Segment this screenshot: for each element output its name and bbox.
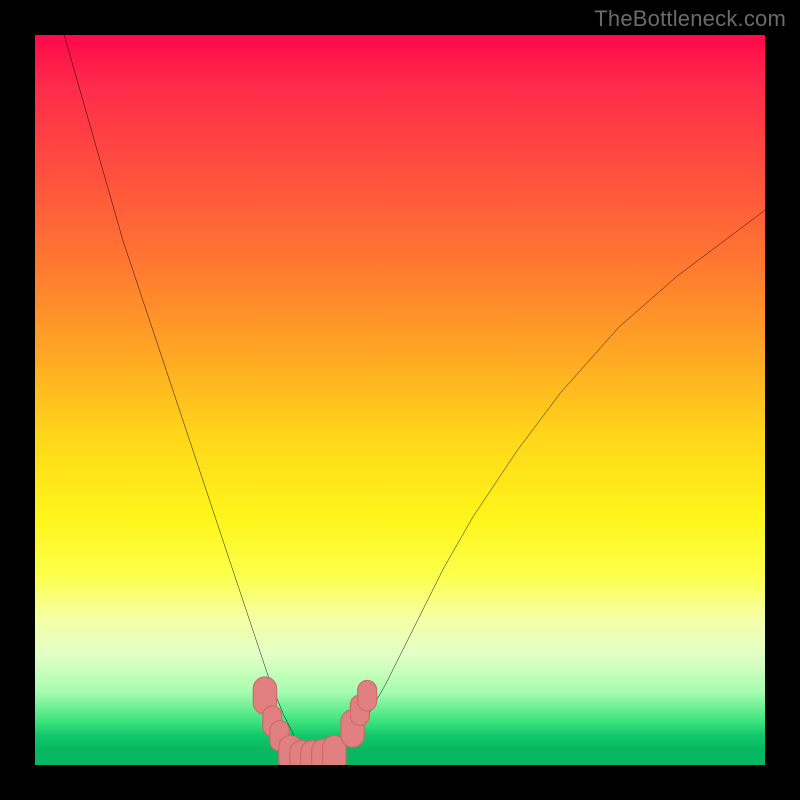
chart-frame: TheBottleneck.com bbox=[0, 0, 800, 800]
curve-marker bbox=[358, 680, 377, 710]
plot-area bbox=[35, 35, 765, 765]
bottleneck-curve bbox=[64, 35, 765, 758]
curve-markers bbox=[253, 677, 376, 765]
curve-layer bbox=[35, 35, 765, 765]
watermark-text: TheBottleneck.com bbox=[594, 6, 786, 32]
